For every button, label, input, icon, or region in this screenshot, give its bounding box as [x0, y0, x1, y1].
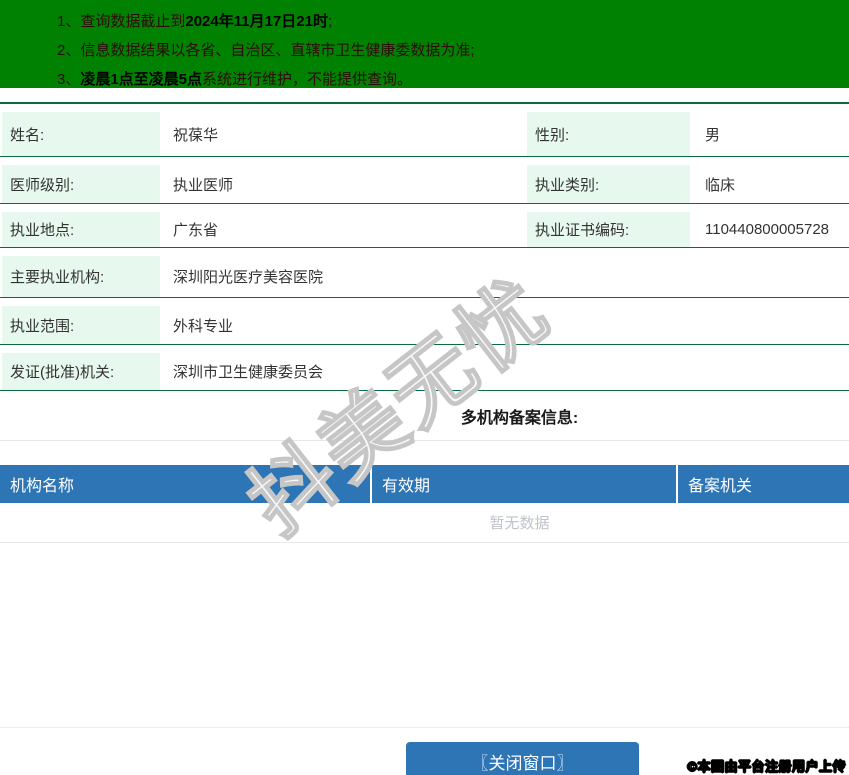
doctor-level-value: 执业医师 [173, 176, 234, 194]
table-row: 姓名: 祝葆华 性别: 男 [0, 104, 849, 157]
notice-line-2: 2、信息数据结果以各省、自治区、直辖市卫生健康委数据为准; [57, 36, 839, 65]
practice-category-value: 临床 [705, 176, 736, 194]
filing-table-header: 机构名称 有效期 备案机关 [0, 465, 849, 503]
issuing-authority-label: 发证(批准)机关: [2, 353, 160, 390]
table-row: 执业范围: 外科专业 [0, 298, 849, 345]
main-institution-value: 深圳阳光医疗美容医院 [173, 269, 324, 286]
main-institution-label: 主要执业机构: [2, 256, 160, 297]
notice-text: 查询数据截止到 [80, 13, 186, 30]
gender-value: 男 [705, 126, 721, 144]
certificate-number-value: 110440800005728 [705, 221, 830, 238]
notice-line-1: 1、查询数据截止到2024年11月17日21时; [57, 7, 839, 36]
footer-divider [0, 727, 849, 728]
name-value: 祝葆华 [173, 126, 219, 144]
notice-text: 信息数据结果以各省、自治区、直辖市卫生健康委数据为准; [80, 42, 475, 59]
name-label: 姓名: [2, 112, 160, 156]
notice-number: 3、 [57, 71, 81, 88]
column-header-validity-period: 有效期 [372, 465, 678, 503]
practice-scope-value: 外科专业 [173, 317, 234, 335]
notice-line-3: 3、凌晨1点至凌晨5点系统进行维护，不能提供查询。 [57, 65, 839, 94]
table-row: 执业地点: 广东省 执业证书编码: 110440800005728 [0, 204, 849, 248]
table-row: 主要执业机构: 深圳阳光医疗美容医院 [0, 248, 849, 298]
column-header-filing-authority: 备案机关 [688, 478, 753, 495]
practice-location-value: 广东省 [173, 222, 219, 239]
column-header-institution-name: 机构名称 [0, 465, 372, 503]
close-window-button[interactable]: 〖关闭窗口〗 [406, 742, 639, 775]
multi-institution-section-title: 多机构备案信息: [0, 391, 849, 441]
table-row: 发证(批准)机关: 深圳市卫生健康委员会 [0, 345, 849, 391]
practice-scope-label: 执业范围: [2, 306, 160, 344]
notice-banner: 1、查询数据截止到2024年11月17日21时; 2、信息数据结果以各省、自治区… [0, 0, 849, 88]
notice-text: 系统进行维护，不能提供查询。 [202, 71, 413, 88]
notice-number: 2、 [57, 42, 81, 59]
certificate-number-label: 执业证书编码: [527, 212, 690, 247]
copyright-watermark-text: ©本图由平台注册用户上传 [687, 759, 846, 775]
practitioner-info-table: 姓名: 祝葆华 性别: 男 医师级别: 执业医师 执业类别: 临床 执业地点: … [0, 102, 849, 441]
no-data-placeholder: 暂无数据 [0, 503, 849, 543]
notice-number: 1、 [57, 13, 81, 30]
practice-location-label: 执业地点: [2, 212, 160, 247]
practice-category-label: 执业类别: [527, 165, 690, 203]
doctor-level-label: 医师级别: [2, 165, 160, 203]
notice-text: ; [327, 13, 333, 30]
issuing-authority-value: 深圳市卫生健康委员会 [173, 364, 324, 381]
notice-bold-text: 凌晨1点至凌晨5点 [80, 71, 203, 88]
gender-label: 性别: [527, 112, 690, 156]
table-row: 医师级别: 执业医师 执业类别: 临床 [0, 157, 849, 204]
notice-bold-text: 2024年11月17日21时 [185, 13, 328, 30]
